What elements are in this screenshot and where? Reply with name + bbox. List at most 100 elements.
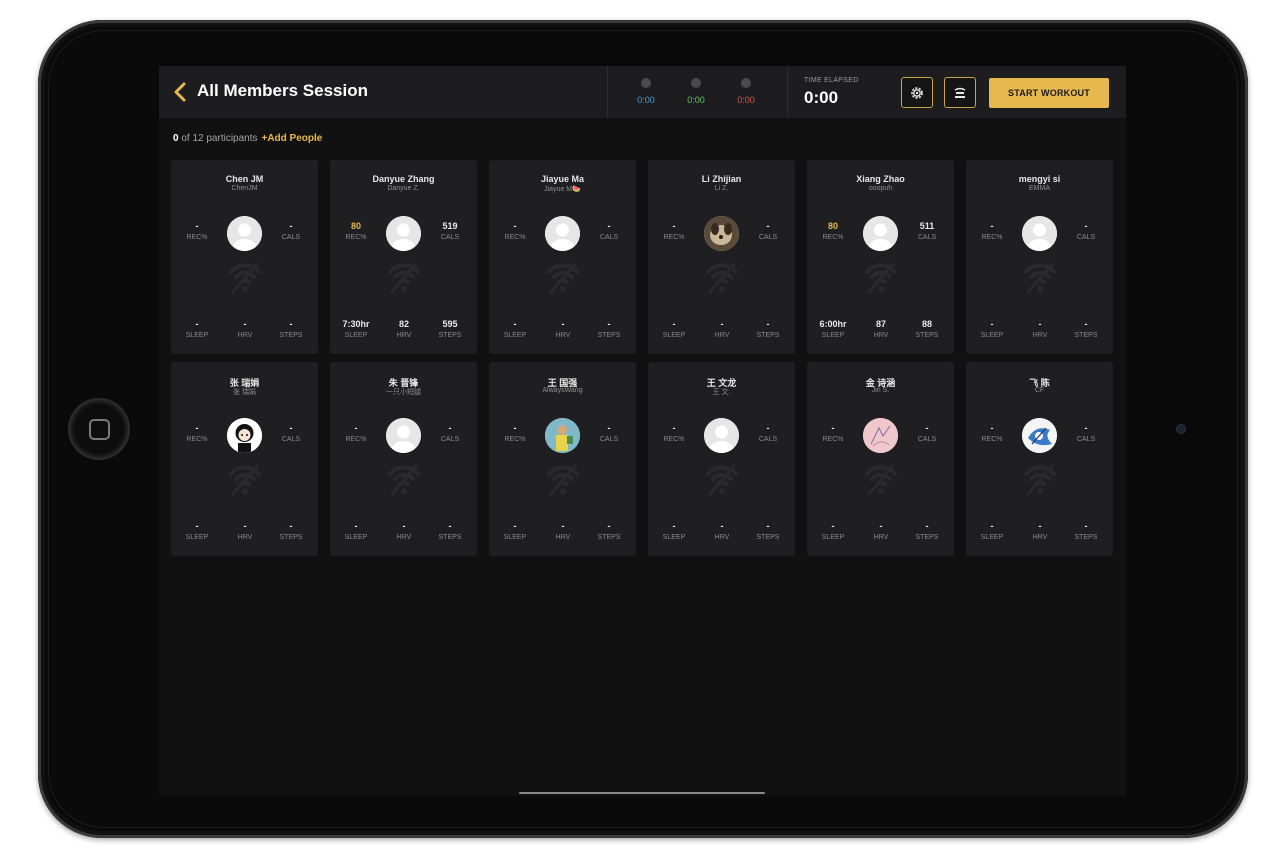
sleep-stat: - SLEEP [495, 521, 535, 543]
rec-stat: - REC% [177, 423, 217, 445]
steps-value: - [289, 319, 293, 329]
hrv-stat: 87 HRV [861, 319, 901, 341]
hrv-label: HRV [714, 332, 730, 339]
time-elapsed-label: TIME ELAPSED [804, 77, 859, 84]
hrv-stat: - HRV [384, 521, 424, 543]
participant-nickname: ChenJM [231, 185, 258, 192]
cals-label: CALS [1076, 234, 1096, 241]
hrv-label: HRV [237, 534, 253, 541]
gear-icon [911, 86, 923, 99]
rec-stat: - REC% [654, 221, 694, 243]
participants-summary: 0 of 12 participants +Add People [173, 133, 322, 144]
back-button[interactable] [171, 81, 189, 103]
cals-label: CALS [599, 436, 619, 443]
cals-value: - [607, 423, 611, 433]
rec-value: - [672, 423, 676, 433]
cals-value: - [766, 423, 770, 433]
participant-card[interactable]: mengyi si EMMA - REC% - CALS - SLEEP - H… [966, 160, 1113, 354]
participant-card[interactable]: 朱 晋锋 一只小短腿 - REC% - CALS - SLEEP - HRV -… [330, 362, 477, 556]
sleep-label: SLEEP [503, 534, 527, 541]
signal-icon [386, 258, 422, 298]
steps-value: - [607, 521, 611, 531]
home-button[interactable] [68, 398, 130, 460]
steps-stat: 88 STEPS [907, 319, 947, 341]
hrv-stat: - HRV [702, 521, 742, 543]
sleep-value: - [354, 521, 358, 531]
hrv-stat: - HRV [543, 319, 583, 341]
rec-stat: - REC% [813, 423, 853, 445]
sleep-label: SLEEP [980, 332, 1004, 339]
rec-value: - [513, 221, 517, 231]
hrv-label: HRV [1032, 534, 1048, 541]
steps-value: - [925, 521, 929, 531]
cals-value: - [925, 423, 929, 433]
steps-value: - [289, 521, 293, 531]
cals-stat: - CALS [271, 423, 311, 445]
hrv-value: - [243, 521, 247, 531]
sleep-label: SLEEP [185, 534, 209, 541]
start-workout-button[interactable]: START WORKOUT [989, 78, 1109, 108]
photo-avatar-person [545, 418, 580, 453]
sleep-value: - [831, 521, 835, 531]
participant-card[interactable]: 飞 陈 CF - REC% - CALS - SLEEP - HRV - STE… [966, 362, 1113, 556]
rec-label: REC% [663, 436, 685, 443]
hrv-label: HRV [237, 332, 253, 339]
participant-card[interactable]: Li Zhijian Li Z. - REC% - CALS - SLEEP -… [648, 160, 795, 354]
chevron-left-icon [174, 82, 186, 102]
steps-value: - [448, 521, 452, 531]
steps-label: STEPS [279, 534, 303, 541]
participant-card[interactable]: 张 瑞娟 张 瑞娟 - REC% - CALS - SLEEP - HRV - … [171, 362, 318, 556]
sleep-value: - [672, 521, 676, 531]
steps-label: STEPS [438, 332, 462, 339]
participant-card[interactable]: Chen JM ChenJM - REC% - CALS - SLEEP - H… [171, 160, 318, 354]
participant-nickname: Danyue Z. [387, 185, 420, 192]
steps-value: - [766, 319, 770, 329]
cals-label: CALS [917, 234, 937, 241]
sleep-stat: - SLEEP [813, 521, 853, 543]
display-mode-button[interactable] [944, 77, 976, 108]
cals-value: - [289, 423, 293, 433]
steps-label: STEPS [597, 332, 621, 339]
default-avatar [386, 216, 421, 251]
sleep-stat: - SLEEP [495, 319, 535, 341]
participant-card[interactable]: Jiayue Ma Jiayue M🍉 - REC% - CALS - SLEE… [489, 160, 636, 354]
hrv-label: HRV [396, 534, 412, 541]
participant-nickname: Li Z. [714, 185, 729, 192]
cals-stat: 519 CALS [430, 221, 470, 243]
cals-stat: - CALS [748, 221, 788, 243]
participant-card[interactable]: 王 国强 AlwaysWang - REC% - CALS - SLEEP - … [489, 362, 636, 556]
cals-value: 511 [919, 221, 935, 231]
add-people-link[interactable]: +Add People [262, 133, 323, 144]
rec-stat: - REC% [972, 221, 1012, 243]
participant-nickname: Jiayue M🍉 [544, 186, 581, 193]
rec-stat: - REC% [972, 423, 1012, 445]
cals-stat: - CALS [1066, 423, 1106, 445]
steps-label: STEPS [279, 332, 303, 339]
participant-card[interactable]: Xiang Zhao ooopuh 80 REC% 511 CALS 6:00h… [807, 160, 954, 354]
participant-card[interactable]: 王 文龙 王 文. - REC% - CALS - SLEEP - HRV - … [648, 362, 795, 556]
hrv-label: HRV [555, 534, 571, 541]
timer-value: 0:00 [637, 95, 655, 105]
participant-nickname: CF [1034, 387, 1045, 394]
sleep-label: SLEEP [185, 332, 209, 339]
hrv-value: - [1038, 521, 1042, 531]
hrv-stat: - HRV [543, 521, 583, 543]
cals-stat: - CALS [430, 423, 470, 445]
participant-name: mengyi si [1018, 174, 1061, 184]
cals-stat: 511 CALS [907, 221, 947, 243]
participant-card[interactable]: Danyue Zhang Danyue Z. 80 REC% 519 CALS … [330, 160, 477, 354]
cals-label: CALS [599, 234, 619, 241]
participant-card[interactable]: 金 诗涵 Jin S. - REC% - CALS - SLEEP - HRV … [807, 362, 954, 556]
hrv-label: HRV [873, 332, 889, 339]
rec-value: - [195, 423, 199, 433]
cals-label: CALS [758, 436, 778, 443]
sleep-label: SLEEP [821, 332, 845, 339]
photo-avatar-dog [704, 216, 739, 251]
hrv-stat: - HRV [861, 521, 901, 543]
home-square-icon [89, 419, 110, 440]
hrv-value: - [243, 319, 247, 329]
cals-value: - [766, 221, 770, 231]
cals-label: CALS [917, 436, 937, 443]
settings-button[interactable] [901, 77, 933, 108]
hrv-value: - [402, 521, 406, 531]
